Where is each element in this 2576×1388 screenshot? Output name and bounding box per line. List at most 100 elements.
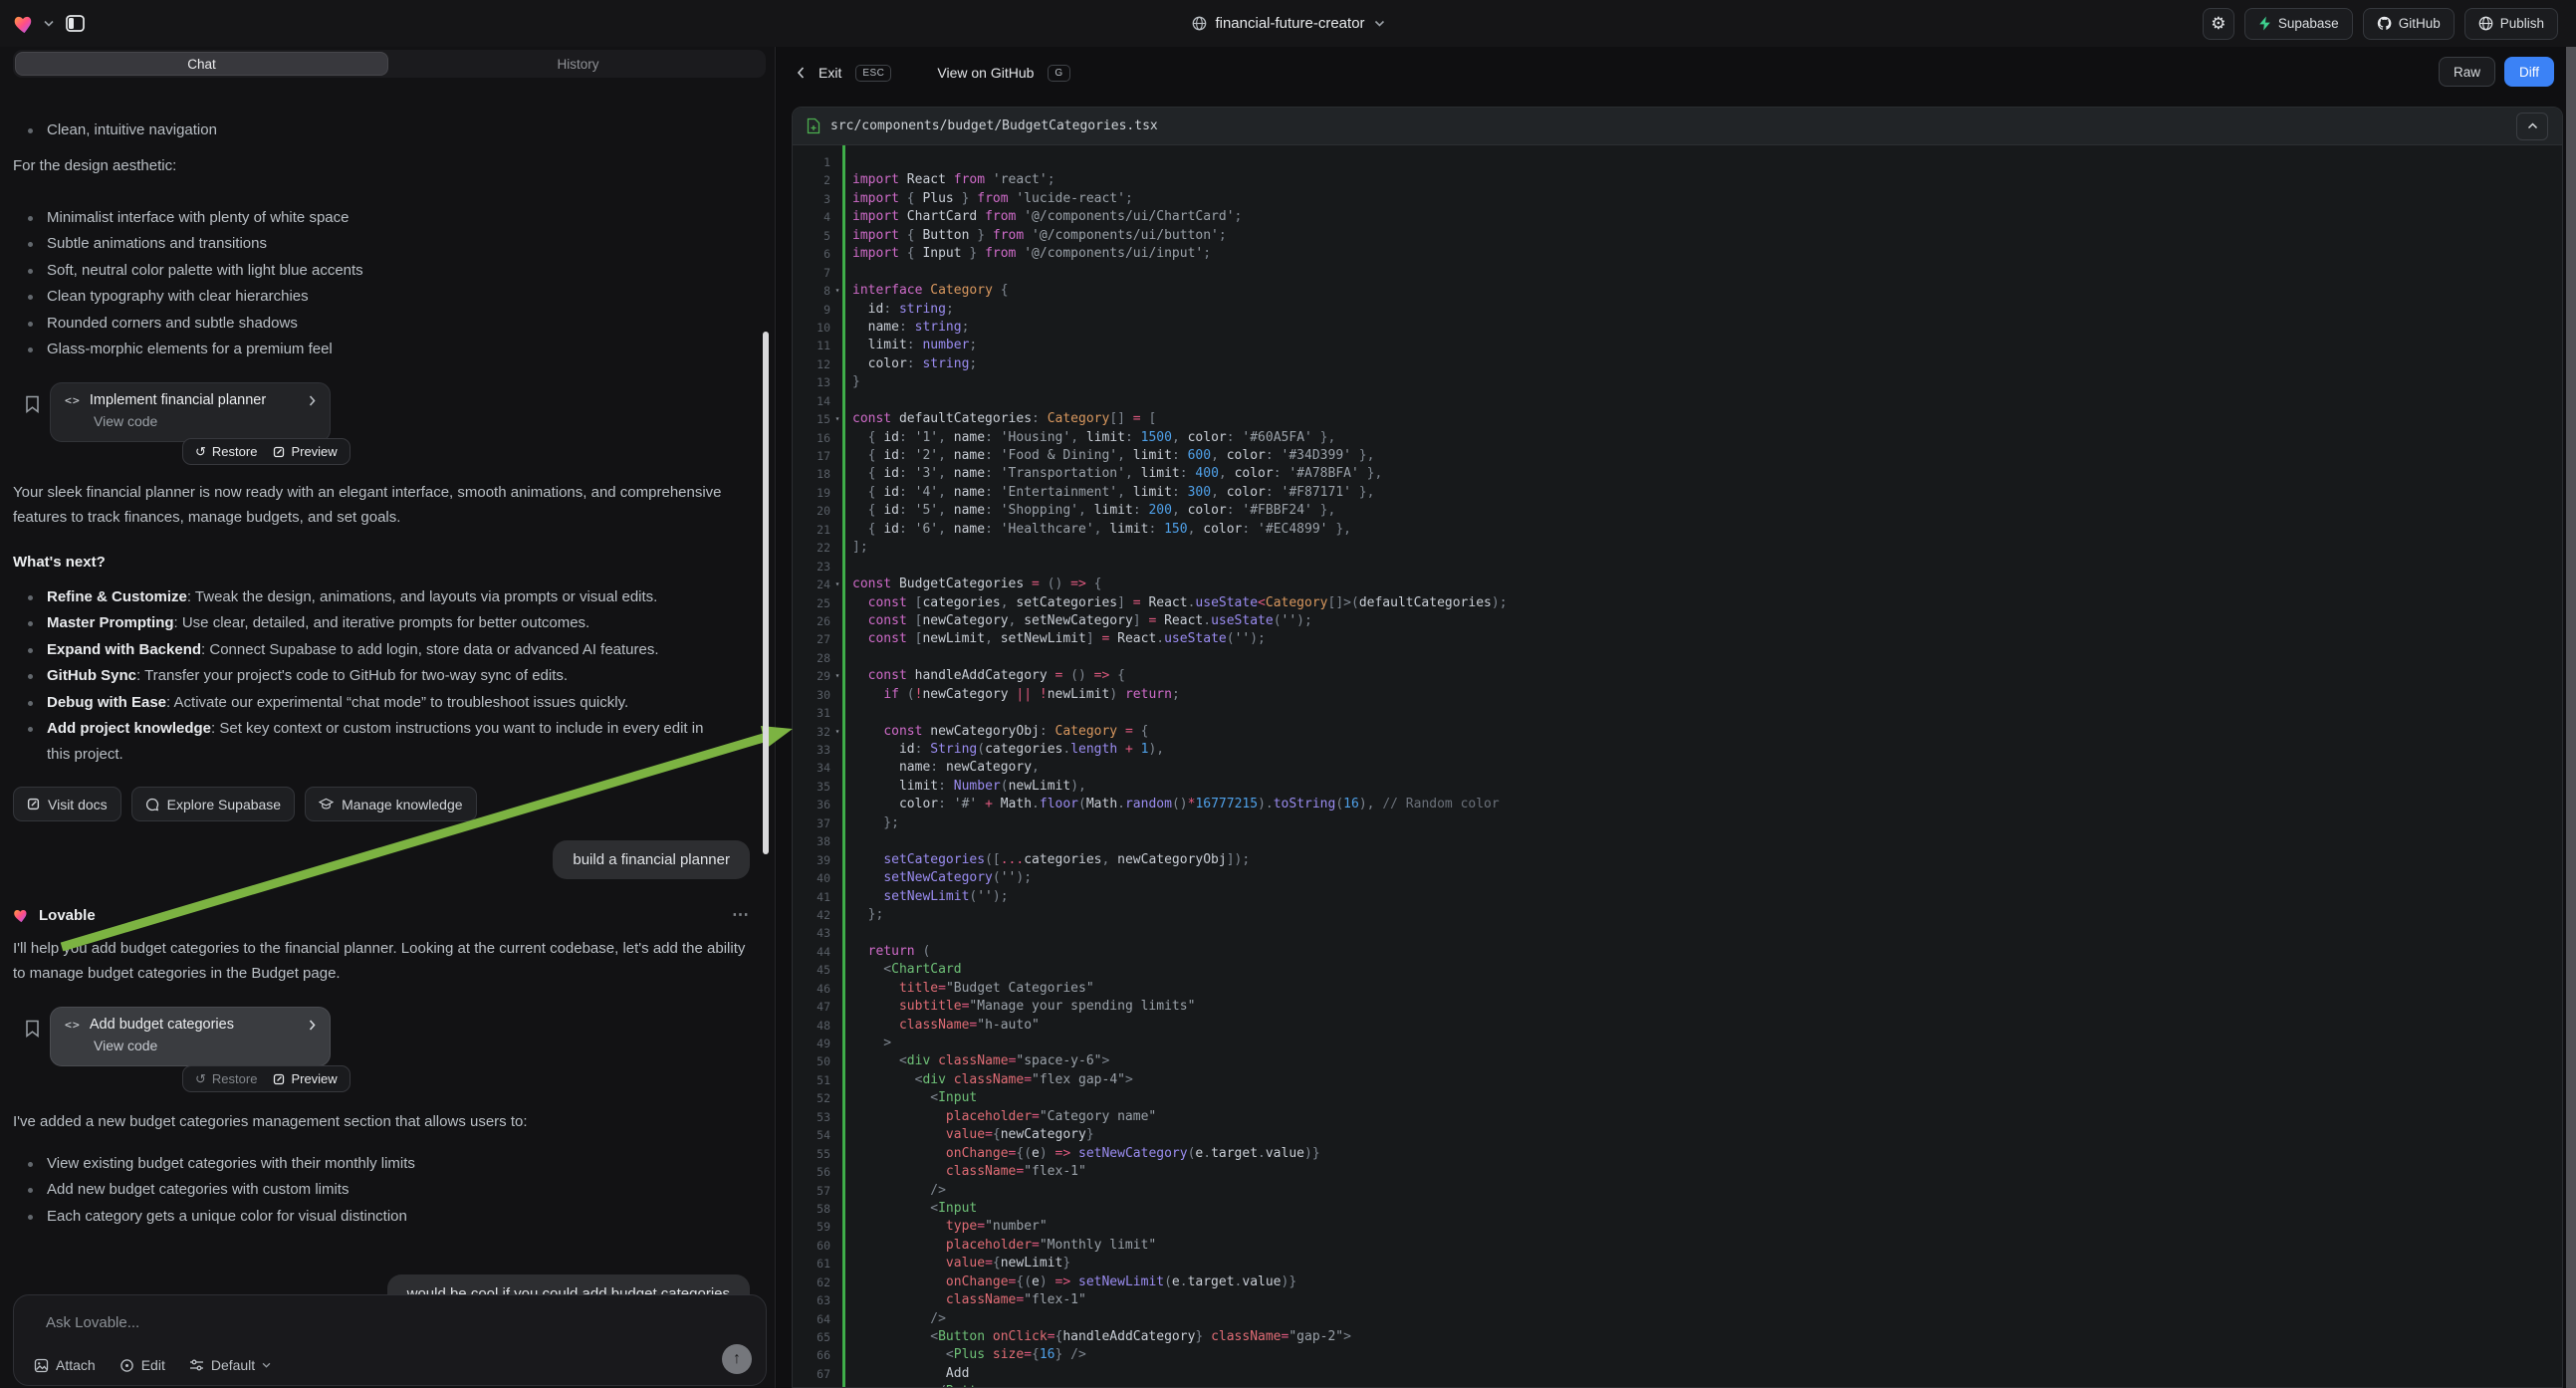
code-line: 19 { id: '4', name: 'Entertainment', lim…	[793, 484, 2562, 502]
user-message: build a financial planner	[553, 840, 750, 879]
publish-globe-icon	[2478, 16, 2493, 31]
esc-shortcut-badge: ESC	[855, 65, 891, 82]
chat-scroll-area[interactable]: Clean, intuitive navigation For the desi…	[0, 81, 775, 1388]
code-line: 3import { Plus } from 'lucide-react';	[793, 190, 2562, 208]
list-item: Add project knowledge: Set key context o…	[13, 716, 720, 769]
code-line: 57 />	[793, 1182, 2562, 1200]
code-line: 28	[793, 649, 2562, 667]
publish-button[interactable]: Publish	[2464, 8, 2558, 40]
code-line: 5import { Button } from '@/components/ui…	[793, 227, 2562, 245]
view-code-link[interactable]: View code	[94, 1038, 316, 1053]
send-button[interactable]: ↑	[722, 1344, 752, 1374]
code-line: 40 setNewCategory('');	[793, 869, 2562, 887]
diff-added-gutter-bar	[842, 145, 845, 1387]
code-line: 4import ChartCard from '@/components/ui/…	[793, 208, 2562, 226]
logo-chevron-down-icon[interactable]	[44, 20, 54, 27]
tab-history[interactable]: History	[392, 52, 764, 76]
code-line: 42 };	[793, 906, 2562, 924]
tab-chat[interactable]: Chat	[15, 52, 388, 76]
github-icon	[2377, 16, 2392, 31]
lovable-heart-icon	[13, 907, 30, 923]
code-line: 37 };	[793, 814, 2562, 832]
code-line: 15▾const defaultCategories: Category[] =…	[793, 410, 2562, 428]
raw-toggle-button[interactable]: Raw	[2439, 57, 2495, 87]
chat-scrollbar[interactable]	[763, 332, 769, 854]
chevron-right-icon	[309, 1020, 316, 1031]
code-line: 18 { id: '3', name: 'Transportation', li…	[793, 465, 2562, 483]
view-on-github-button[interactable]: View on GitHub	[937, 65, 1034, 81]
code-line: 43	[793, 924, 2562, 942]
restore-button[interactable]: ↺ Restore	[195, 1071, 257, 1087]
graduation-cap-icon	[319, 798, 334, 810]
message-menu-button[interactable]: ⋯	[732, 905, 751, 925]
code-line: 60 placeholder="Monthly limit"	[793, 1237, 2562, 1255]
code-line: 7	[793, 264, 2562, 282]
restore-button[interactable]: ↺ Restore	[195, 444, 257, 460]
chat-history-tabs: Chat History	[13, 50, 766, 78]
code-line: 31	[793, 704, 2562, 722]
preview-button[interactable]: Preview	[273, 1071, 337, 1086]
attach-button[interactable]: Attach	[34, 1357, 96, 1373]
edit-button[interactable]: Edit	[119, 1357, 165, 1373]
bookmark-icon[interactable]	[25, 1020, 41, 1038]
explore-supabase-button[interactable]: Explore Supabase	[131, 787, 295, 821]
collapse-file-button[interactable]	[2516, 113, 2548, 140]
assistant-action-buttons: Visit docs Explore Supabase Manage knowl…	[13, 787, 477, 821]
code-line: 20 { id: '5', name: 'Shopping', limit: 2…	[793, 502, 2562, 520]
design-list-partial: Clean, intuitive navigation	[13, 117, 734, 143]
file-header[interactable]: src/components/budget/BudgetCategories.t…	[793, 108, 2562, 145]
assistant-name: Lovable	[39, 907, 96, 924]
back-chevron-icon[interactable]	[797, 67, 805, 79]
supabase-bolt-icon	[2258, 16, 2271, 31]
code-file-card: src/components/budget/BudgetCategories.t…	[792, 107, 2563, 1388]
code-line: 26 const [newCategory, setNewCategory] =…	[793, 612, 2562, 630]
code-line: 62 onChange={(e) => setNewLimit(e.target…	[793, 1273, 2562, 1291]
publish-label: Publish	[2500, 16, 2544, 31]
manage-knowledge-button[interactable]: Manage knowledge	[305, 787, 476, 821]
code-line: 32▾ const newCategoryObj: Category = {	[793, 723, 2562, 741]
preview-button[interactable]: Preview	[273, 444, 337, 459]
view-code-link[interactable]: View code	[94, 413, 316, 429]
code-line: 1	[793, 153, 2562, 171]
restore-icon: ↺	[195, 1071, 206, 1087]
code-line: 49 >	[793, 1035, 2562, 1052]
github-label: GitHub	[2399, 16, 2441, 31]
external-link-icon	[273, 1073, 285, 1085]
chat-input[interactable]	[44, 1313, 645, 1332]
supabase-button[interactable]: Supabase	[2244, 8, 2353, 40]
code-line: 14	[793, 392, 2562, 410]
version-card-add-budget-categories[interactable]: <> Add budget categories View code	[50, 1007, 331, 1066]
code-line: 29▾ const handleAddCategory = () => {	[793, 667, 2562, 685]
code-line: 33 id: String(categories.length + 1),	[793, 741, 2562, 759]
diff-toggle-button[interactable]: Diff	[2504, 57, 2554, 87]
code-line: 51 <div className="flex gap-4">	[793, 1071, 2562, 1089]
settings-button[interactable]: ⚙	[2203, 8, 2234, 40]
list-item: Expand with Backend: Connect Supabase to…	[13, 637, 720, 663]
code-line: 46 title="Budget Categories"	[793, 980, 2562, 998]
project-selector[interactable]: financial-future-creator	[1191, 0, 1384, 47]
list-item: Soft, neutral color palette with light b…	[13, 258, 734, 284]
list-item: Glass-morphic elements for a premium fee…	[13, 337, 734, 362]
list-item: View existing budget categories with the…	[13, 1151, 734, 1177]
window-scrollbar[interactable]	[2566, 47, 2576, 1388]
code-line: 30 if (!newCategory || !newLimit) return…	[793, 686, 2562, 704]
model-selector[interactable]: Default	[189, 1357, 271, 1373]
code-line: 34 name: newCategory,	[793, 759, 2562, 777]
list-item: Rounded corners and subtle shadows	[13, 311, 734, 337]
bookmark-icon[interactable]	[25, 395, 41, 413]
code-line: 13}	[793, 373, 2562, 391]
github-button[interactable]: GitHub	[2363, 8, 2455, 40]
lovable-logo[interactable]	[13, 13, 36, 34]
code-line: 38	[793, 832, 2562, 850]
toggle-sidebar-button[interactable]	[62, 11, 88, 37]
code-line: 58 <Input	[793, 1200, 2562, 1218]
code-line: 12 color: string;	[793, 355, 2562, 373]
list-item: Clean typography with clear hierarchies	[13, 284, 734, 310]
gear-icon: ⚙	[2211, 15, 2225, 32]
exit-button[interactable]: Exit	[819, 65, 841, 81]
visit-docs-button[interactable]: Visit docs	[13, 787, 121, 821]
code-line: 44 return (	[793, 943, 2562, 961]
code-line: 6import { Input } from '@/components/ui/…	[793, 245, 2562, 263]
code-line: 21 { id: '6', name: 'Healthcare', limit:…	[793, 521, 2562, 539]
version-card-implement-planner[interactable]: <> Implement financial planner View code	[50, 382, 331, 442]
